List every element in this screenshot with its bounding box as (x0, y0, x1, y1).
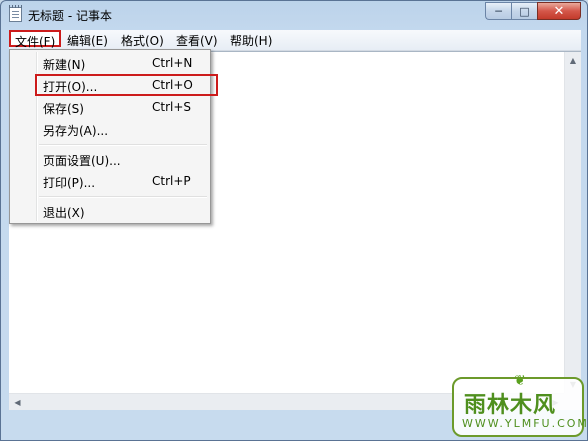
watermark-text: 雨林木风 (464, 393, 557, 418)
menu-item-save-as[interactable]: 另存为(A)... (10, 118, 210, 140)
notepad-icon[interactable] (9, 5, 22, 22)
vertical-scrollbar[interactable]: ▲ ▼ (564, 52, 581, 393)
menu-view[interactable]: 查看(V) (176, 32, 218, 49)
menu-separator (39, 196, 207, 198)
menu-bar: 文件(F) 编辑(E) 格式(O) 查看(V) 帮助(H) (9, 30, 581, 51)
maximize-button[interactable]: □ (511, 2, 537, 20)
menu-file[interactable]: 文件(F) (9, 30, 62, 49)
close-button[interactable]: ✕ (537, 2, 581, 20)
menu-edit[interactable]: 编辑(E) (67, 32, 108, 49)
menu-item-page-setup[interactable]: 页面设置(U)... (10, 148, 210, 170)
watermark-url: WWW.YLMFU.COM (462, 417, 588, 430)
watermark-logo: ❦ 雨林木风 WWW.YLMFU.COM (452, 373, 587, 437)
window-title: 无标题 - 记事本 (28, 9, 112, 23)
caption-buttons: ─ □ ✕ (485, 2, 581, 20)
file-menu-dropdown: 新建(N) Ctrl+N 打开(O)... Ctrl+O 保存(S) Ctrl+… (9, 49, 218, 224)
title-bar[interactable]: 无标题 - 记事本 ─ □ ✕ (1, 1, 587, 29)
menu-item-new[interactable]: 新建(N) Ctrl+N (10, 52, 210, 74)
menu-item-exit[interactable]: 退出(X) (10, 200, 210, 222)
scroll-up-arrow-icon[interactable]: ▲ (565, 52, 581, 69)
menu-item-save[interactable]: 保存(S) Ctrl+S (10, 96, 210, 118)
menu-help[interactable]: 帮助(H) (230, 32, 272, 49)
menu-format[interactable]: 格式(O) (121, 32, 164, 49)
scroll-left-arrow-icon[interactable]: ◀ (9, 394, 26, 410)
minimize-button[interactable]: ─ (485, 2, 511, 20)
menu-item-print[interactable]: 打印(P)... Ctrl+P (10, 170, 210, 192)
menu-separator (39, 144, 207, 146)
menu-item-open[interactable]: 打开(O)... Ctrl+O (35, 74, 218, 96)
